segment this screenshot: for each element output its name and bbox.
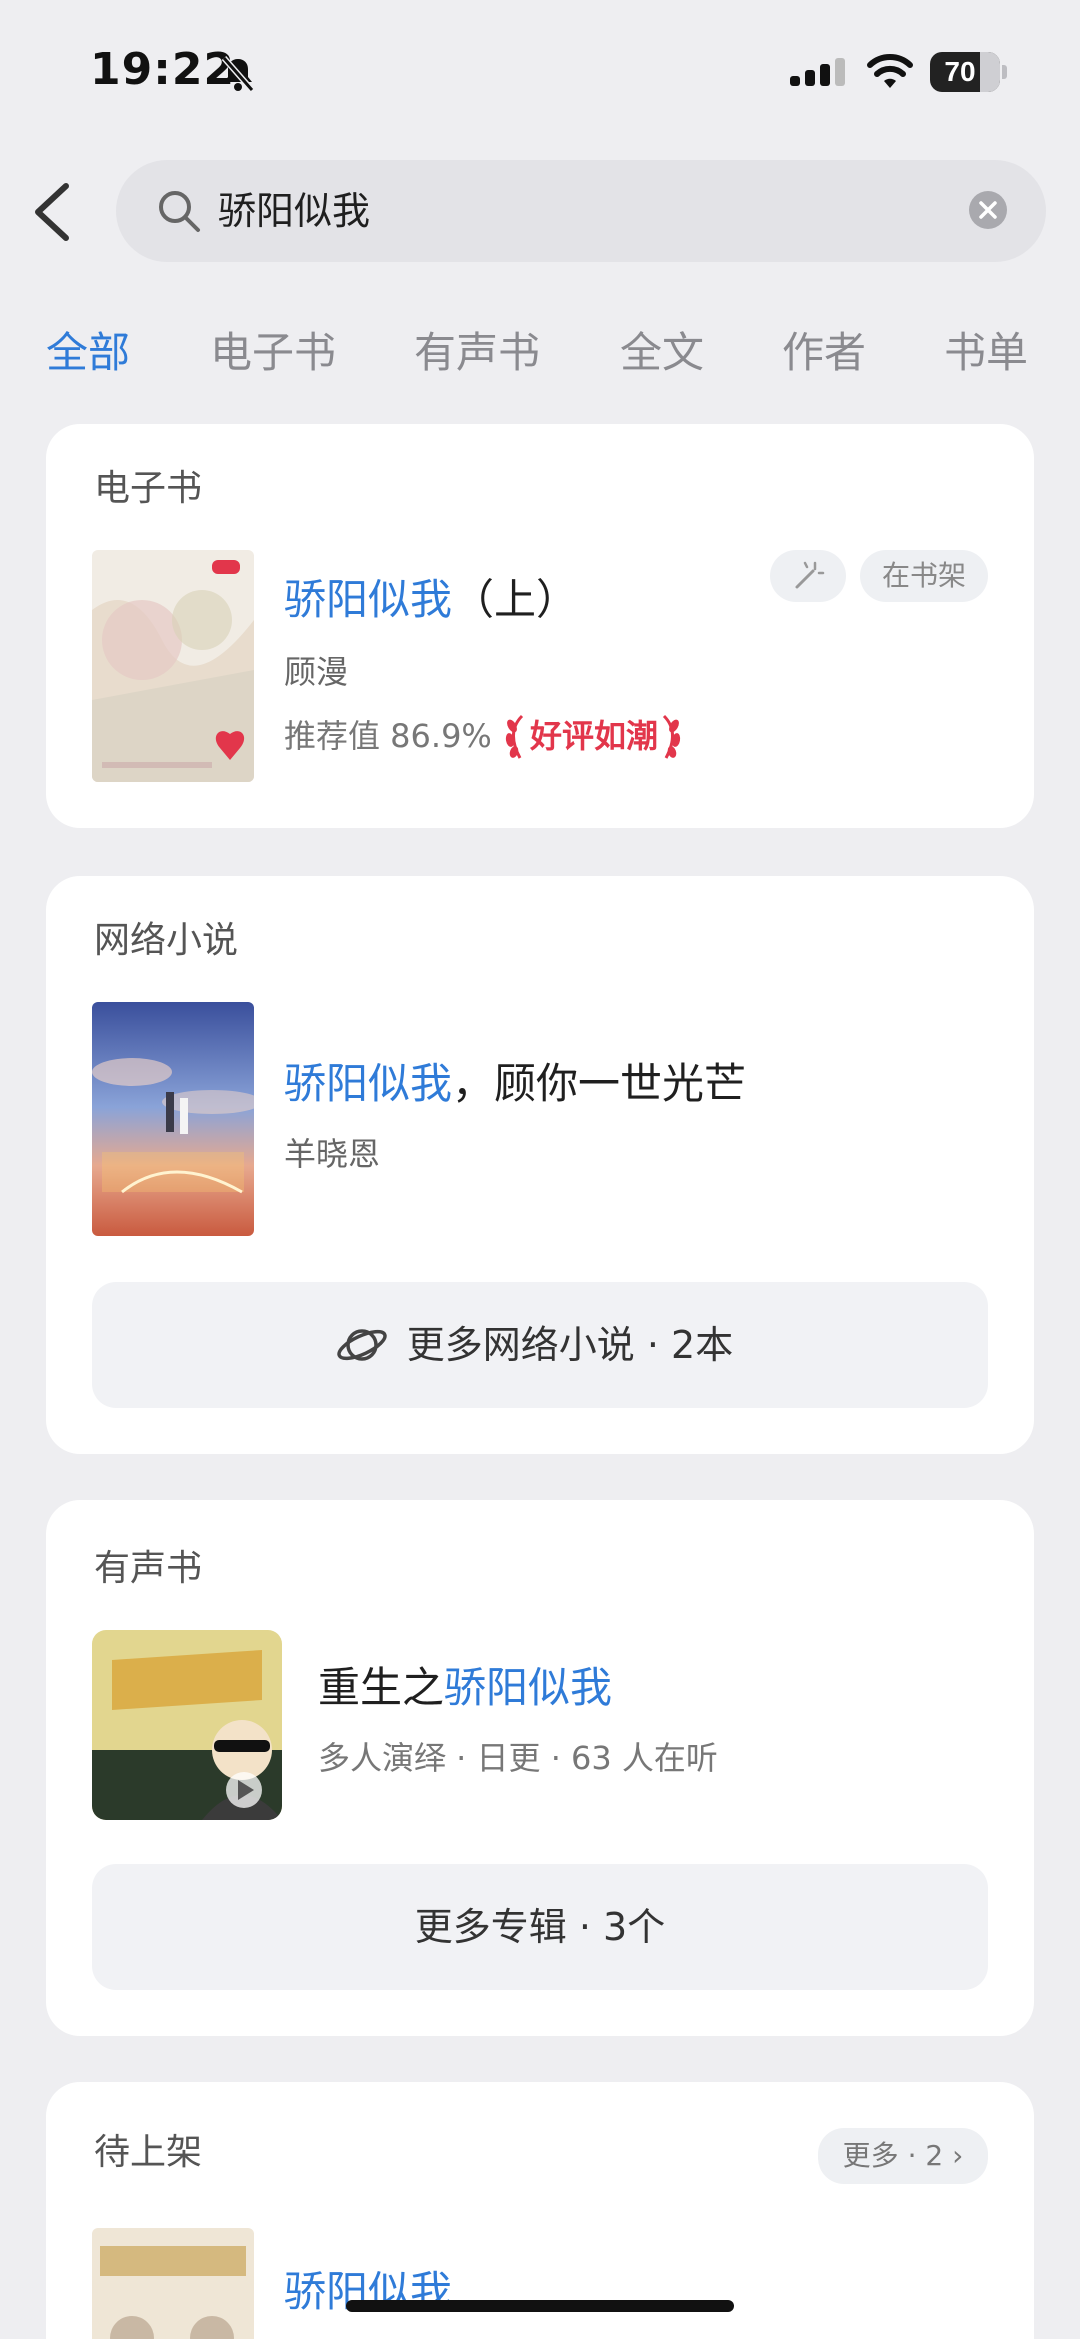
section-title: 待上架 [94,2132,203,2173]
audiobook-section: 有声书 重生之骄阳似我 多人演绎 · 日更 · 63 人在听 更多专辑 · 3个 [46,1500,1034,2036]
status-time: 19:22 [90,44,236,95]
more-albums-button[interactable]: 更多专辑 · 3个 [92,1864,988,1990]
book-author[interactable]: 羊晓恩 [284,1132,380,1176]
magic-wand-icon [795,561,825,589]
clear-icon[interactable] [968,190,1008,230]
chevron-right-icon: › [952,2139,964,2172]
section-title: 网络小说 [94,920,239,961]
book-title[interactable]: 骄阳似我，顾你一世光芒 [284,1056,746,1112]
battery-icon: 70 [930,52,1007,92]
search-query[interactable]: 骄阳似我 [218,186,370,236]
home-indicator[interactable] [346,2300,734,2312]
recommend-value: 推荐值 86.9% [284,717,492,755]
tab-fulltext[interactable]: 全文 [620,318,704,388]
back-chevron-icon[interactable] [28,180,78,244]
section-title: 有声书 [94,1548,203,1589]
tab-all[interactable]: 全部 [46,318,130,388]
album-cover[interactable] [92,1630,282,1820]
bell-muted-icon [221,56,255,92]
magic-wand-button[interactable] [770,550,846,602]
book-cover[interactable] [92,1002,254,1236]
book-title[interactable]: 骄阳似我（上） [284,572,578,628]
battery-level: 70 [944,56,976,87]
book-cover[interactable] [92,550,254,782]
tab-author[interactable]: 作者 [782,318,866,388]
planet-icon [337,1329,387,1361]
webnovel-section: 网络小说 骄阳似我，顾你一世光芒 羊晓恩 更多网络小说 · 2本 [46,876,1034,1454]
search-input[interactable]: 骄阳似我 [116,160,1046,262]
book-author[interactable]: 顾漫 [284,650,348,694]
wifi-icon [867,54,913,88]
ebook-section: 电子书 骄阳似我（上） 顾漫 推荐值 86.9% 好评如潮 在书架 [46,424,1034,828]
category-tabs: 全部 电子书 有声书 全文 作者 书单 [0,318,1080,388]
cellular-signal-icon [790,58,845,86]
status-bar: 19:22 70 [0,0,1080,140]
tab-audiobook[interactable]: 有声书 [414,318,540,388]
on-shelf-button[interactable]: 在书架 [860,550,988,602]
laurel-left-icon [505,714,524,759]
more-webnovels-label: 更多网络小说 · 2本 [406,1323,734,1367]
book-cover[interactable] [92,2228,254,2339]
section-title: 电子书 [94,468,203,509]
album-title[interactable]: 重生之骄阳似我 [318,1660,612,1716]
rating-badge: 好评如潮 [530,717,659,755]
album-meta: 多人演绎 · 日更 · 63 人在听 [318,1739,718,1777]
tab-booklist[interactable]: 书单 [944,318,1028,388]
laurel-right-icon [662,714,681,759]
pending-more-label: 更多 · 2 [842,2139,944,2172]
pending-more-button[interactable]: 更多 · 2 › [818,2128,988,2184]
search-icon [159,191,200,232]
tab-ebook[interactable]: 电子书 [210,318,336,388]
more-webnovels-button[interactable]: 更多网络小说 · 2本 [92,1282,988,1408]
